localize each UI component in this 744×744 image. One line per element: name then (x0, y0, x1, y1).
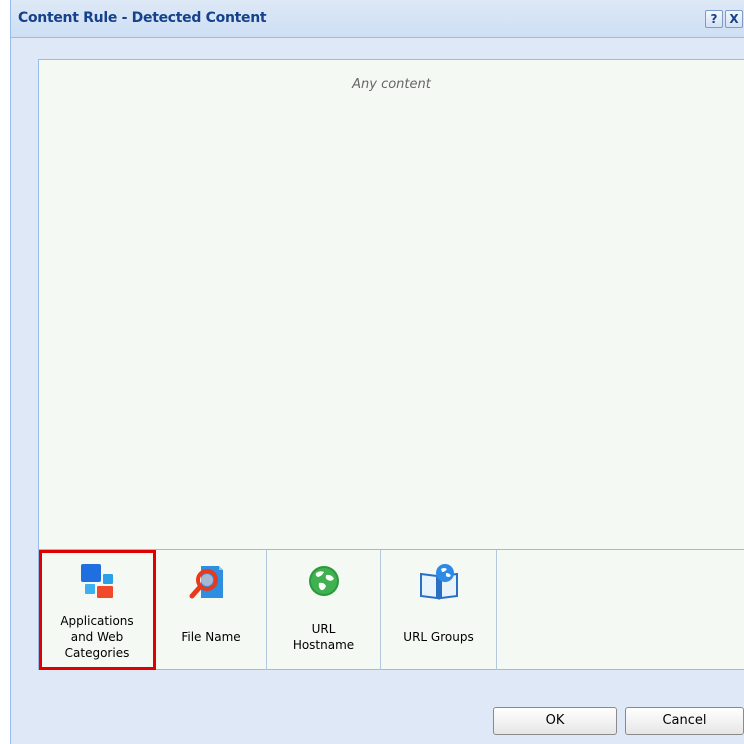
content-rule-dialog: Content Rule - Detected Content ? X Any … (10, 0, 744, 744)
tile-label-line: Applications (60, 614, 134, 628)
cancel-button[interactable]: Cancel (625, 707, 744, 735)
palette-item-url-groups[interactable]: URL Groups (381, 550, 497, 670)
ok-button[interactable]: OK (493, 707, 617, 735)
close-icon: X (729, 12, 739, 26)
close-button[interactable]: X (725, 10, 743, 28)
tile-label-line: File Name (181, 630, 241, 644)
palette-item-url-hostname[interactable]: URL Hostname (267, 550, 381, 670)
help-button[interactable]: ? (705, 10, 723, 28)
palette-item-file-name[interactable]: File Name (156, 550, 267, 670)
applications-icon (81, 564, 113, 598)
detected-content-panel[interactable]: Any content Applications and Web Categor… (38, 59, 744, 670)
globe-icon (308, 566, 339, 596)
tile-label-line: Categories (64, 646, 130, 660)
book-globe-icon (419, 564, 458, 600)
file-name-icon (189, 566, 223, 599)
palette-item-applications[interactable]: Applications and Web Categories (39, 550, 156, 670)
tile-label-line: and Web (70, 630, 124, 644)
tile-label-line: Hostname (292, 638, 355, 652)
dialog-title: Content Rule - Detected Content (18, 10, 267, 26)
tile-label-line: URL (311, 622, 336, 636)
content-type-palette: Applications and Web Categories File Nam… (39, 549, 744, 670)
tile-label-line: URL Groups (403, 630, 474, 644)
dialog-titlebar[interactable]: Content Rule - Detected Content ? X (11, 0, 744, 38)
help-icon: ? (710, 12, 718, 26)
any-content-placeholder: Any content (352, 77, 431, 92)
